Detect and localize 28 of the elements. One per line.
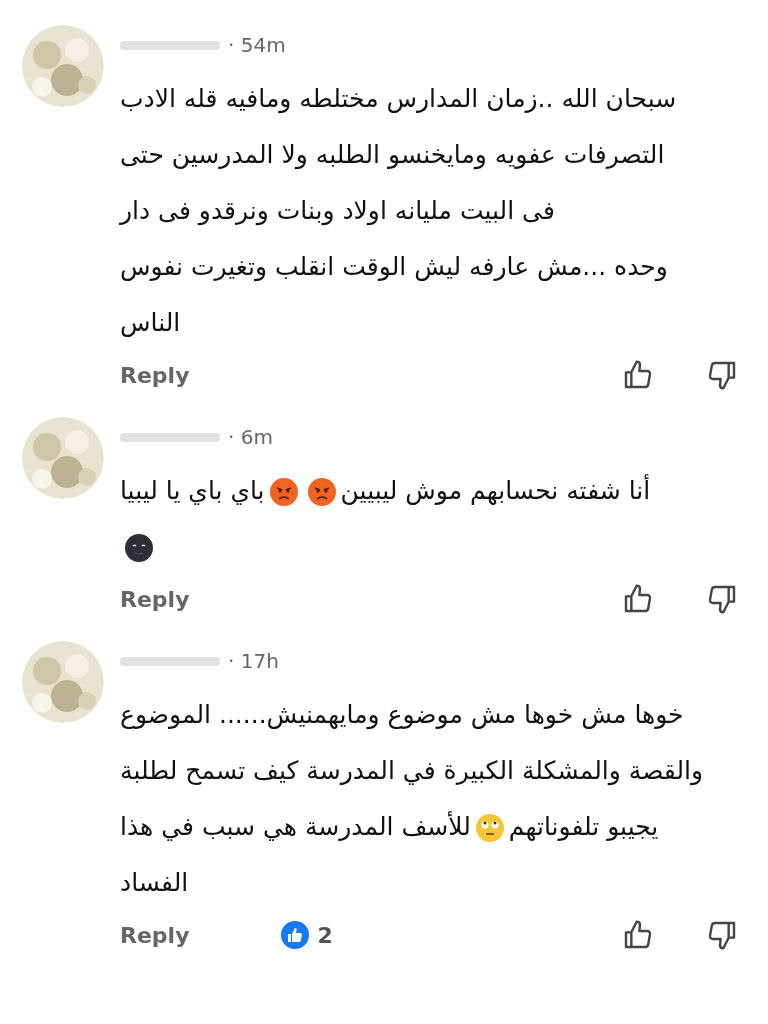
comment-time: · 54m <box>228 32 286 59</box>
like-count: 2 <box>317 921 333 950</box>
dislike-icon[interactable] <box>706 359 738 391</box>
like-icon[interactable] <box>622 919 654 951</box>
angry-face-icon <box>268 477 299 507</box>
dislike-icon[interactable] <box>706 919 738 951</box>
like-badge-icon <box>279 920 310 950</box>
comment-text: الناس <box>120 307 181 339</box>
comment-text: الفساد <box>120 867 189 899</box>
comment-text: التصرفات عفويه ومايخنسو الطلبه ولا المدرسين حتى <box>120 139 665 172</box>
like-icon[interactable] <box>622 583 654 615</box>
comment-text: خوها مش خوها مش موضوع ومايهمنيش...... الموضوع <box>120 699 684 732</box>
comment-text: سبحان الله ..زمان المدارس مختلطه ومافيه قله الادب <box>120 83 677 116</box>
comment-text: فى البيت مليانه اولاد وبنات ونرقدو فى دار <box>120 195 555 228</box>
moon-face-icon <box>124 533 154 563</box>
like-icon[interactable] <box>622 359 654 391</box>
comment-text: يجيبو تلفوناتهم للأسف المدرسة هي سبب في هذا <box>120 810 659 845</box>
reply-button[interactable]: Reply <box>120 358 190 392</box>
reply-button[interactable]: Reply <box>120 582 190 616</box>
comment-text: وحده ...مش عارفه ليش الوقت انقلب وتغيرت نفوس <box>120 251 668 284</box>
angry-face-icon <box>306 477 337 507</box>
comment-time: · 17h <box>228 648 279 675</box>
dislike-icon[interactable] <box>706 583 738 615</box>
reply-button[interactable]: Reply <box>120 918 190 952</box>
comment-text: والقصة والمشكلة الكبيرة في المدرسة كيف تسمح لطلبة <box>120 755 704 788</box>
eye-roll-face-icon <box>474 813 505 843</box>
comment-text: أنا شفته نحسابهم موش ليبيين باي باي يا ليبيا <box>120 473 651 509</box>
comment-time: · 6m <box>228 424 273 451</box>
